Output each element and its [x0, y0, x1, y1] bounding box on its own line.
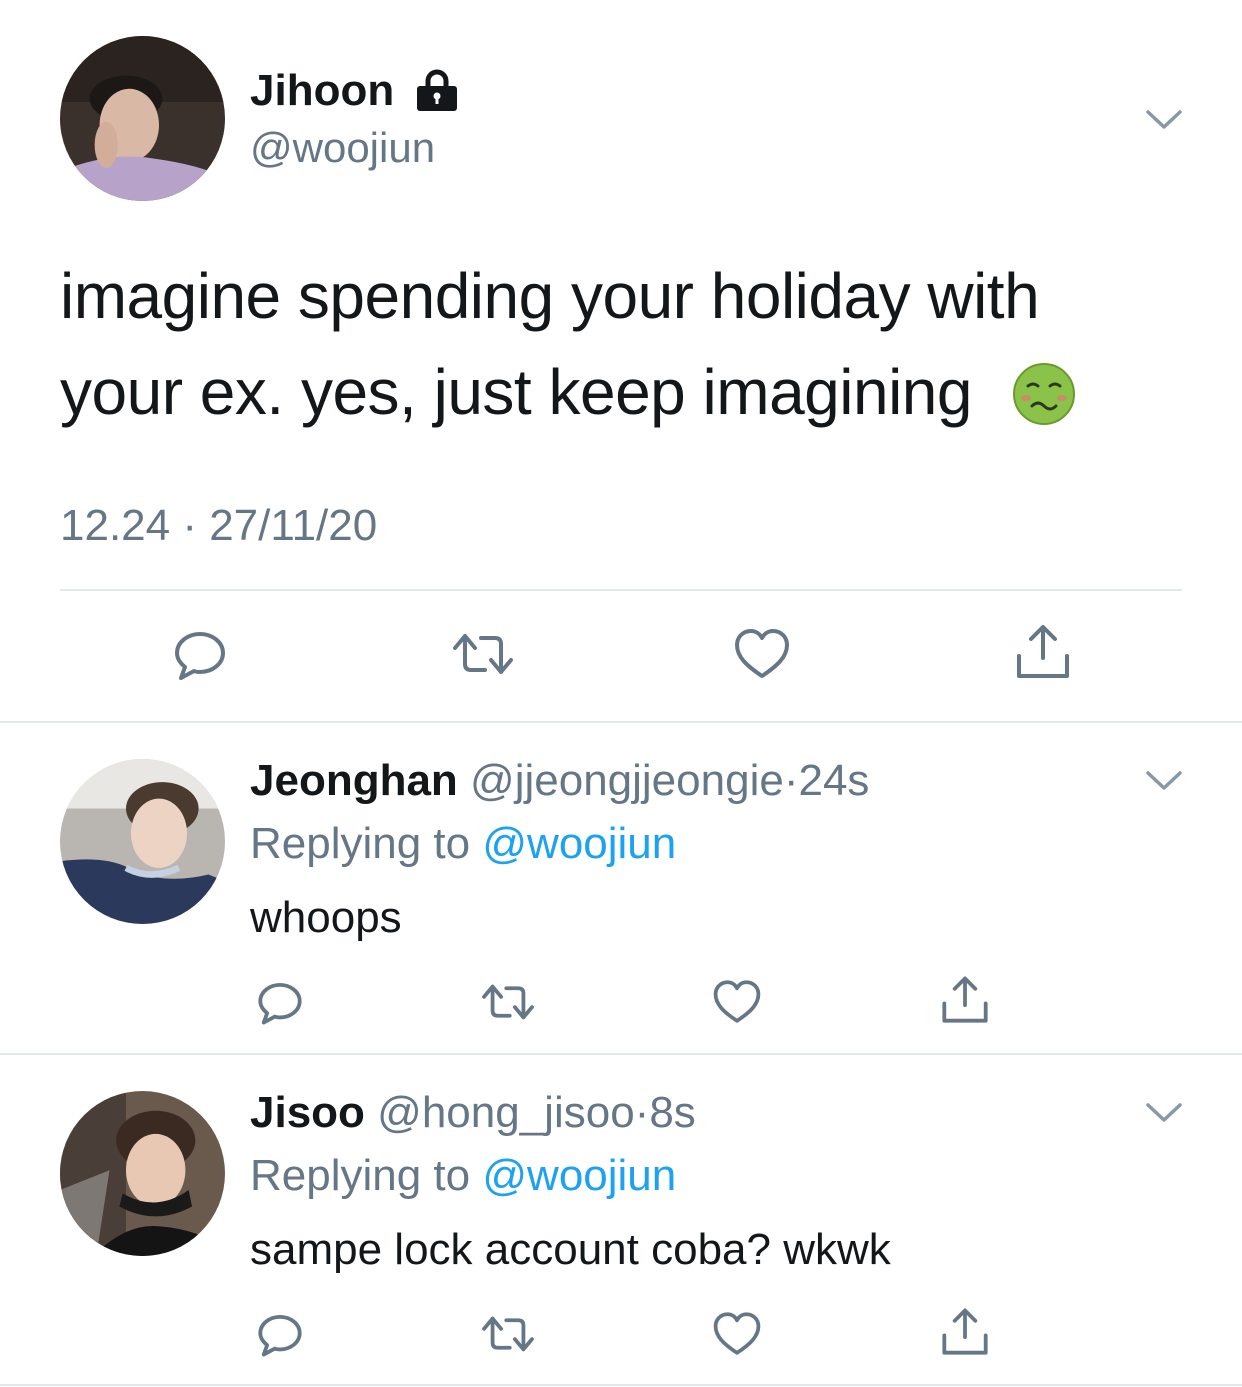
retweet-icon[interactable]: [480, 978, 536, 1026]
replying-to-label: Replying to: [250, 1151, 471, 1200]
avatar[interactable]: [60, 1091, 225, 1256]
handle[interactable]: @hong_jisoo: [377, 1088, 635, 1137]
relative-time[interactable]: 8s: [649, 1088, 695, 1137]
retweet-icon[interactable]: [480, 1310, 536, 1358]
reply-icon[interactable]: [256, 1310, 304, 1358]
replying-to-handle[interactable]: @woojiun: [482, 819, 676, 868]
separator: ·: [634, 1088, 650, 1137]
share-icon[interactable]: [940, 974, 990, 1026]
share-icon[interactable]: [940, 1306, 990, 1358]
tweet-text: sampe lock account coba? wkwk: [250, 1225, 891, 1274]
chevron-down-icon[interactable]: [1144, 765, 1184, 795]
like-icon[interactable]: [712, 1310, 762, 1358]
replying-to-handle[interactable]: @woojiun: [482, 1151, 676, 1200]
display-name[interactable]: Jihoon: [250, 65, 394, 117]
share-icon[interactable]: [1014, 622, 1072, 682]
avatar[interactable]: [60, 36, 225, 201]
like-icon[interactable]: [733, 626, 791, 682]
timestamp[interactable]: 12.24 · 27/11/20: [60, 500, 377, 552]
lock-icon: [414, 68, 460, 112]
avatar[interactable]: [60, 759, 225, 924]
separator: ·: [783, 756, 799, 805]
divider: [60, 589, 1182, 591]
divider: [0, 1053, 1242, 1055]
divider: [0, 1384, 1242, 1386]
retweet-icon[interactable]: [451, 626, 515, 682]
relative-time[interactable]: 24s: [798, 756, 869, 805]
tweet-text-line-1: imagine spending your holiday with: [60, 260, 1040, 332]
like-icon[interactable]: [712, 978, 762, 1026]
tweet-text-line-2-text: your ex. yes, just keep imagining: [60, 356, 972, 428]
display-name[interactable]: Jisoo: [250, 1088, 365, 1137]
tweet-text: whoops: [250, 893, 402, 942]
reply-header: Jeonghan @jjeongjjeongie·24s: [250, 755, 869, 807]
replying-to-label: Replying to: [250, 819, 471, 868]
reply-header: Jisoo @hong_jisoo·8s: [250, 1087, 696, 1139]
divider: [0, 721, 1242, 723]
reply-icon[interactable]: [172, 626, 228, 682]
replying-to: Replying to @woojiun: [250, 1150, 676, 1202]
tweet-text-line-2: your ex. yes, just keep imagining: [60, 354, 972, 430]
handle[interactable]: @jjeongjjeongie: [470, 756, 784, 805]
nauseated-face-emoji: [1012, 362, 1076, 426]
reply-icon[interactable]: [256, 978, 304, 1026]
chevron-down-icon[interactable]: [1144, 104, 1184, 134]
handle[interactable]: @woojiun: [250, 123, 435, 173]
replying-to: Replying to @woojiun: [250, 818, 676, 870]
display-name[interactable]: Jeonghan: [250, 756, 458, 805]
chevron-down-icon[interactable]: [1144, 1097, 1184, 1127]
